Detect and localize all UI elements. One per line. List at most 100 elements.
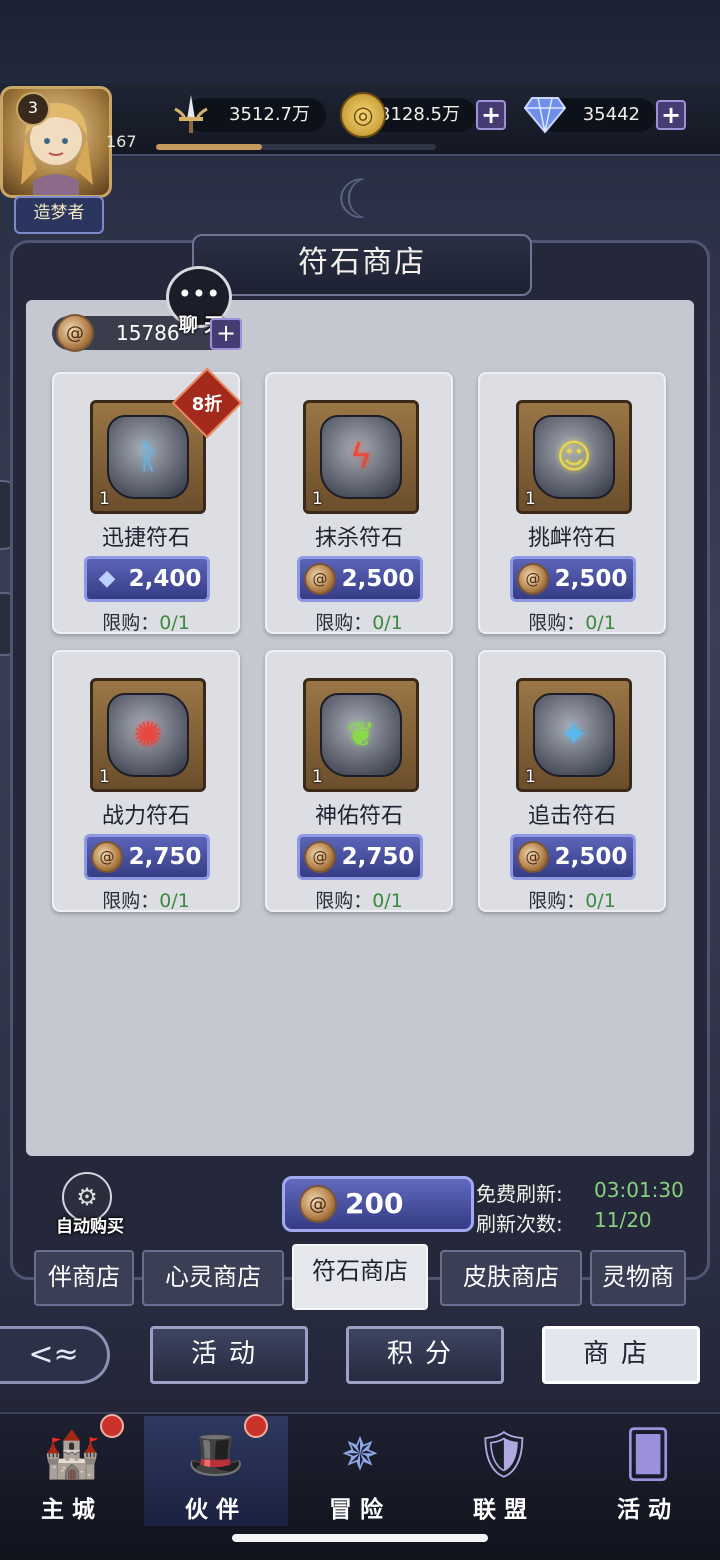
item-price: 2,400 bbox=[128, 566, 202, 592]
buy-button[interactable]: ◆ 2,400 bbox=[84, 556, 210, 602]
rune-stone-icon: ✺ bbox=[107, 693, 189, 777]
tab-soul-shop[interactable]: 心灵商店 bbox=[142, 1250, 284, 1306]
free-refresh-label: 免费刷新: bbox=[476, 1182, 563, 1206]
item-name: 神佑符石 bbox=[314, 804, 403, 829]
purchase-limit: 限购：0/1 bbox=[480, 608, 664, 635]
buy-button[interactable]: @2,500 bbox=[510, 556, 636, 602]
item-price: 2,500 bbox=[554, 566, 628, 592]
notification-dot bbox=[100, 1414, 124, 1438]
limit-label: 限购： bbox=[102, 890, 160, 912]
shop-item-card[interactable]: ☺ 1 挑衅符石 @2,500 限购：0/1 bbox=[478, 372, 666, 634]
rune-stone-icon: ᚱ bbox=[107, 415, 189, 499]
rune-coin-icon: @ bbox=[91, 841, 123, 873]
tab-rune-shop[interactable]: 符石商店 bbox=[292, 1244, 428, 1310]
buy-button[interactable]: @2,750 bbox=[297, 834, 423, 880]
nav-item-4[interactable]: 🂠 活动 bbox=[576, 1416, 720, 1526]
subnav-activity[interactable]: 活动 bbox=[150, 1326, 308, 1384]
item-price: 2,750 bbox=[128, 844, 202, 870]
diamond-icon: ◆ bbox=[98, 566, 116, 591]
auto-buy-label: 自动购买 bbox=[56, 1217, 124, 1237]
tab-spirit-shop[interactable]: 灵物商 bbox=[590, 1250, 686, 1306]
rune-stone-icon: ϟ bbox=[320, 415, 402, 499]
cards-icon: 🂠 bbox=[624, 1427, 672, 1481]
compass-icon: ✵ bbox=[340, 1427, 380, 1481]
item-price: 2,750 bbox=[341, 844, 415, 870]
level-badge: 3 bbox=[16, 92, 50, 126]
crest-ornament-icon: ☾ bbox=[335, 168, 385, 231]
nav-item-0[interactable]: 🏰 主城 bbox=[0, 1414, 144, 1526]
item-name: 挑衅符石 bbox=[527, 526, 616, 551]
refresh-cost: 200 bbox=[345, 1187, 404, 1220]
limit-value: 0/1 bbox=[585, 890, 616, 912]
item-name: 追击符石 bbox=[527, 804, 616, 829]
item-quantity: 1 bbox=[99, 489, 110, 509]
purchase-limit: 限购：0/1 bbox=[267, 886, 451, 913]
nav-label: 联盟 bbox=[473, 1497, 535, 1523]
tab-skin-shop[interactable]: 皮肤商店 bbox=[440, 1250, 582, 1306]
nav-item-1[interactable]: 🎩 伙伴 bbox=[144, 1414, 288, 1526]
limit-value: 0/1 bbox=[372, 890, 403, 912]
shop-item-card[interactable]: ✦ 1 追击符石 @2,500 限购：0/1 bbox=[478, 650, 666, 912]
refresh-button[interactable]: @ 200 bbox=[282, 1176, 474, 1232]
sword-icon bbox=[168, 92, 214, 138]
subnav-shop[interactable]: 商店 bbox=[542, 1326, 700, 1384]
rune-item-frame[interactable]: ❦ 1 bbox=[303, 678, 419, 792]
purchase-limit: 限购：0/1 bbox=[54, 886, 238, 913]
player-title-badge: 造梦者 bbox=[14, 196, 104, 234]
purchase-limit: 限购：0/1 bbox=[480, 886, 664, 913]
buy-button[interactable]: @2,750 bbox=[84, 834, 210, 880]
rune-coin-icon: @ bbox=[517, 841, 549, 873]
item-quantity: 1 bbox=[312, 767, 323, 787]
rune-item-frame[interactable]: ✦ 1 bbox=[516, 678, 632, 792]
buy-button[interactable]: @2,500 bbox=[297, 556, 423, 602]
limit-value: 0/1 bbox=[159, 612, 190, 634]
item-price: 2,500 bbox=[554, 844, 628, 870]
shop-item-card[interactable]: ϟ 1 抹杀符石 @2,500 限购：0/1 bbox=[265, 372, 453, 634]
rune-coin-icon: @ bbox=[304, 841, 336, 873]
rune-coin-icon: @ bbox=[56, 314, 94, 352]
limit-label: 限购： bbox=[315, 890, 373, 912]
shop-item-card[interactable]: ✺ 1 战力符石 @2,750 限购：0/1 bbox=[52, 650, 240, 912]
gold-coin-icon: ◎ bbox=[340, 92, 386, 138]
exp-bar-fill bbox=[156, 144, 262, 150]
back-arrow-icon: <≈ bbox=[28, 1337, 79, 1372]
notification-dot bbox=[244, 1414, 268, 1438]
subnav-points[interactable]: 积分 bbox=[346, 1326, 504, 1384]
back-button[interactable]: <≈ bbox=[0, 1326, 110, 1384]
rune-stone-icon: ☺ bbox=[533, 415, 615, 499]
rune-item-frame[interactable]: ✺ 1 bbox=[90, 678, 206, 792]
shop-title: 符石商店 bbox=[192, 234, 532, 296]
add-diamond-button[interactable]: + bbox=[656, 100, 686, 130]
shop-item-card[interactable]: ❦ 1 神佑符石 @2,750 限购：0/1 bbox=[265, 650, 453, 912]
item-quantity: 1 bbox=[99, 767, 110, 787]
home-indicator[interactable] bbox=[232, 1534, 488, 1542]
rune-coin-icon: @ bbox=[299, 1185, 337, 1223]
nav-label: 主城 bbox=[41, 1497, 103, 1523]
item-quantity: 1 bbox=[525, 767, 536, 787]
add-rune-currency-button[interactable]: + bbox=[210, 318, 242, 350]
add-gold-button[interactable]: + bbox=[476, 100, 506, 130]
shop-item-card[interactable]: ᚱ 1 8折 迅捷符石 ◆ 2,400 限购：0/1 bbox=[52, 367, 243, 635]
free-refresh-timer: 03:01:30 bbox=[594, 1178, 684, 1202]
item-name: 战力符石 bbox=[101, 804, 190, 829]
item-price: 2,500 bbox=[341, 566, 415, 592]
nav-item-2[interactable]: ✵ 冒险 bbox=[288, 1416, 432, 1526]
rune-item-frame[interactable]: ϟ1 bbox=[303, 400, 419, 514]
rune-coin-icon: @ bbox=[517, 563, 549, 595]
refresh-count: 11/20 bbox=[594, 1208, 652, 1232]
item-name: 抹杀符石 bbox=[314, 526, 403, 551]
castle-icon: 🏰 bbox=[43, 1427, 101, 1481]
tab-partner-shop[interactable]: 伴商店 bbox=[34, 1250, 134, 1306]
limit-value: 0/1 bbox=[159, 890, 190, 912]
rune-stone-icon: ❦ bbox=[320, 693, 402, 777]
limit-label: 限购： bbox=[102, 612, 160, 634]
limit-value: 0/1 bbox=[585, 612, 616, 634]
purchase-limit: 限购：0/1 bbox=[54, 608, 238, 635]
rune-item-frame[interactable]: ☺ 1 bbox=[516, 400, 632, 514]
diamond-icon bbox=[522, 92, 568, 138]
nav-item-3[interactable]: 🛡 联盟 bbox=[432, 1416, 576, 1526]
limit-label: 限购： bbox=[528, 612, 586, 634]
buy-button[interactable]: @2,500 bbox=[510, 834, 636, 880]
nav-label: 冒险 bbox=[329, 1497, 391, 1523]
limit-value: 0/1 bbox=[372, 612, 403, 634]
